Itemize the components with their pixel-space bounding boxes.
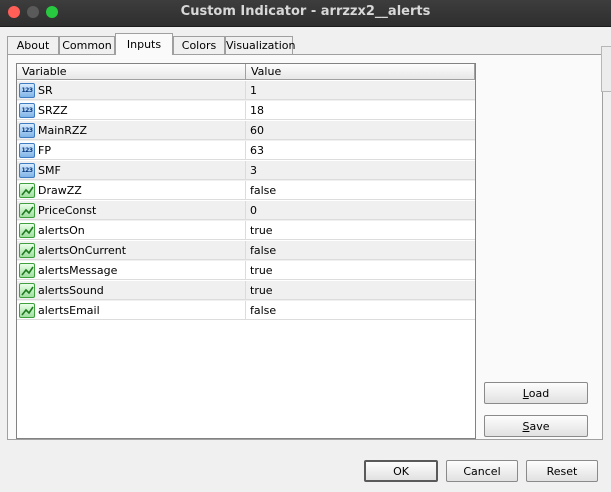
number-type-icon: 123 <box>19 163 35 178</box>
variable-name: SR <box>38 84 53 97</box>
variable-cell: 123 MainRZZ <box>17 121 246 140</box>
column-header-variable[interactable]: Variable <box>17 64 246 80</box>
column-header-value[interactable]: Value <box>246 64 475 80</box>
table-row[interactable]: 123 MainRZZ 60 <box>17 121 475 141</box>
table-row[interactable]: alertsOnCurrent false <box>17 241 475 261</box>
variable-name: alertsOnCurrent <box>38 244 127 257</box>
tab-visualization[interactable]: Visualization <box>225 36 295 54</box>
number-type-icon: 123 <box>19 103 35 118</box>
tab-inputs[interactable]: Inputs <box>115 33 173 55</box>
tab-about[interactable]: About <box>7 36 59 54</box>
variable-cell: alertsOn <box>17 221 246 240</box>
value-cell[interactable]: true <box>246 221 475 240</box>
inputs-grid[interactable]: Variable Value 123 SR 1 123 SRZZ 18 123 MainRZZ… <box>16 63 476 439</box>
grid-header: Variable Value <box>17 64 475 81</box>
variable-cell: alertsMessage <box>17 261 246 280</box>
bool-type-icon <box>19 283 35 298</box>
number-type-icon: 123 <box>19 123 35 138</box>
tab-colors[interactable]: Colors <box>173 36 225 54</box>
bool-type-icon <box>19 243 35 258</box>
value-cell[interactable]: false <box>246 301 475 320</box>
table-row[interactable]: 123 SR 1 <box>17 81 475 101</box>
variable-cell: 123 SR <box>17 81 246 100</box>
reset-button[interactable]: Reset <box>526 460 598 482</box>
value-cell[interactable]: 3 <box>246 161 475 180</box>
number-type-icon: 123 <box>19 143 35 158</box>
variable-name: PriceConst <box>38 204 97 217</box>
variable-cell: 123 SRZZ <box>17 101 246 120</box>
bool-type-icon <box>19 263 35 278</box>
table-row[interactable]: DrawZZ false <box>17 181 475 201</box>
bool-type-icon <box>19 223 35 238</box>
variable-cell: alertsOnCurrent <box>17 241 246 260</box>
value-cell[interactable]: true <box>246 261 475 280</box>
value-cell[interactable]: true <box>246 281 475 300</box>
value-cell[interactable]: 1 <box>246 81 475 100</box>
variable-cell: 123 FP <box>17 141 246 160</box>
table-row[interactable]: alertsMessage true <box>17 261 475 281</box>
variable-cell: PriceConst <box>17 201 246 220</box>
table-row[interactable]: 123 FP 63 <box>17 141 475 161</box>
variable-name: SMF <box>38 164 61 177</box>
variable-name: alertsMessage <box>38 264 118 277</box>
value-cell[interactable]: false <box>246 181 475 200</box>
variable-cell: DrawZZ <box>17 181 246 200</box>
value-cell[interactable]: 0 <box>246 201 475 220</box>
bool-type-icon <box>19 183 35 198</box>
bool-type-icon <box>19 303 35 318</box>
number-type-icon: 123 <box>19 83 35 98</box>
window-title: Custom Indicator - arrzzx2__alerts <box>180 4 431 19</box>
variable-name: DrawZZ <box>38 184 82 197</box>
cancel-button[interactable]: Cancel <box>446 460 518 482</box>
variable-name: MainRZZ <box>38 124 87 137</box>
table-row[interactable]: alertsOn true <box>17 221 475 241</box>
table-row[interactable]: alertsEmail false <box>17 301 475 321</box>
panel-edge <box>601 46 611 92</box>
load-button[interactable]: Load <box>484 382 588 404</box>
title-bar: Custom Indicator - arrzzx2__alerts <box>0 0 611 27</box>
table-row[interactable]: 123 SMF 3 <box>17 161 475 181</box>
table-row[interactable]: 123 SRZZ 18 <box>17 101 475 121</box>
table-row[interactable]: alertsSound true <box>17 281 475 301</box>
value-cell[interactable]: false <box>246 241 475 260</box>
variable-name: FP <box>38 144 51 157</box>
value-cell[interactable]: 18 <box>246 101 475 120</box>
variable-name: alertsSound <box>38 284 104 297</box>
variable-name: alertsOn <box>38 224 85 237</box>
variable-cell: 123 SMF <box>17 161 246 180</box>
tab-common[interactable]: Common <box>59 36 115 54</box>
value-cell[interactable]: 63 <box>246 141 475 160</box>
variable-cell: alertsSound <box>17 281 246 300</box>
bool-type-icon <box>19 203 35 218</box>
save-button[interactable]: Save <box>484 415 588 437</box>
table-row[interactable]: PriceConst 0 <box>17 201 475 221</box>
variable-name: SRZZ <box>38 104 68 117</box>
variable-name: alertsEmail <box>38 304 100 317</box>
ok-button[interactable]: OK <box>364 460 438 482</box>
variable-cell: alertsEmail <box>17 301 246 320</box>
value-cell[interactable]: 60 <box>246 121 475 140</box>
